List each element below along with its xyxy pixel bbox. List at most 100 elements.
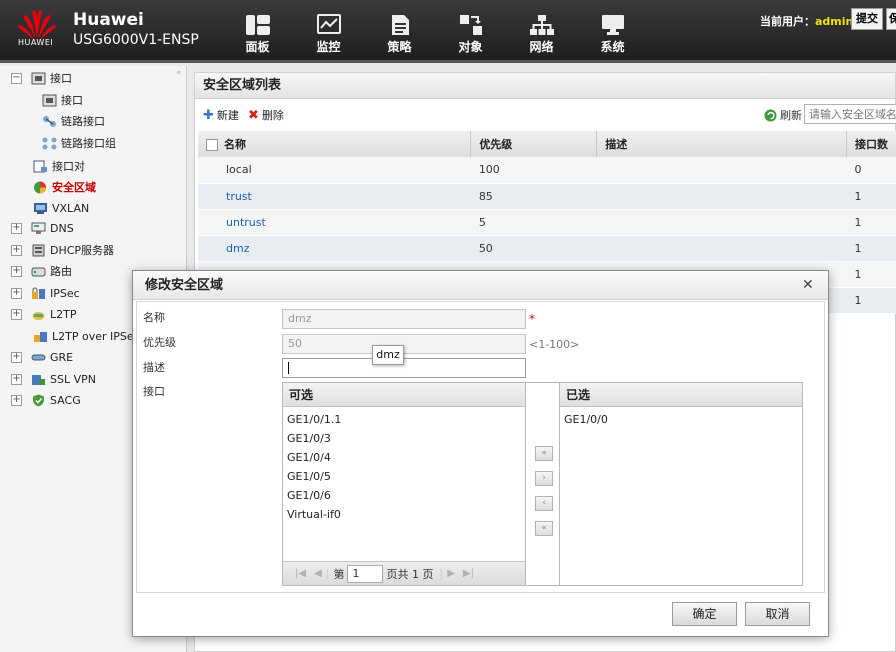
interface-icon <box>42 94 57 106</box>
sidebar-item-vxlan[interactable]: VXLAN <box>33 198 89 218</box>
interface-label: 接口 <box>143 385 165 398</box>
prev-page-icon[interactable]: ◀ <box>314 568 322 579</box>
interface-icon <box>31 72 46 84</box>
priority-field[interactable]: 50 <box>282 334 526 354</box>
zone-name-link[interactable]: untrust <box>198 209 471 236</box>
list-item[interactable]: GE1/0/6 <box>283 486 525 505</box>
cancel-button[interactable]: 取消 <box>745 602 810 626</box>
zone-description <box>596 209 847 236</box>
dialog-title: 修改安全区域 <box>133 271 828 300</box>
sidebar-item-security-zone[interactable]: 安全区域 <box>33 177 96 197</box>
sidebar-item-sslvpn[interactable]: + SSL VPN <box>11 369 96 389</box>
column-description[interactable]: 描述 <box>596 131 847 157</box>
column-name[interactable]: 名称 <box>198 131 472 157</box>
nav-policy[interactable]: 策略 <box>364 14 435 55</box>
move-all-right-button[interactable]: » <box>535 446 553 461</box>
sslvpn-icon <box>32 374 45 385</box>
page-number-input[interactable]: 1 <box>347 564 384 583</box>
select-all-checkbox[interactable] <box>206 139 218 151</box>
save-button[interactable]: 保 <box>886 8 896 30</box>
name-field[interactable]: dmz <box>282 309 526 329</box>
column-interface-count[interactable]: 接口数 <box>846 131 896 157</box>
dhcp-icon <box>32 244 45 256</box>
nav-network[interactable]: 网络 <box>506 14 577 55</box>
zone-description <box>596 157 847 184</box>
nav-system[interactable]: 系统 <box>577 14 648 55</box>
close-icon[interactable]: ✕ <box>802 277 814 293</box>
move-left-button[interactable]: ‹ <box>535 496 553 511</box>
collapse-sidebar-icon[interactable]: « <box>176 68 182 78</box>
last-page-icon[interactable]: ▶| <box>463 568 474 579</box>
move-all-left-button[interactable]: « <box>535 521 553 536</box>
move-right-button[interactable]: › <box>535 471 553 486</box>
column-priority[interactable]: 优先级 <box>470 131 598 157</box>
delete-button[interactable]: ✖ 删除 <box>248 107 284 123</box>
description-field[interactable] <box>282 358 526 378</box>
product-name: USG6000V1-ENSP <box>73 32 199 48</box>
add-icon: ✚ <box>203 107 214 123</box>
list-item[interactable]: GE1/0/3 <box>283 429 525 448</box>
zone-name-link[interactable]: dmz <box>198 235 471 262</box>
table-row[interactable]: dmz 50 1 <box>198 235 896 262</box>
list-item[interactable]: GE1/0/0 <box>560 410 802 429</box>
pager-prefix: 第 <box>333 567 345 581</box>
expand-icon[interactable]: + <box>11 394 22 406</box>
top-header: HUAWEI Huawei USG6000V1-ENSP 面板 监控 策略 对象… <box>0 0 896 63</box>
collapse-icon[interactable]: − <box>11 72 22 84</box>
ok-button[interactable]: 确定 <box>672 602 737 626</box>
sidebar-item-l2tp-ipsec[interactable]: L2TP over IPSec <box>33 326 140 346</box>
sidebar-item-dhcp[interactable]: + DHCP服务器 <box>11 240 114 260</box>
expand-icon[interactable]: + <box>11 373 22 385</box>
list-pager: |◀ ◀ | 第 1 页共 1 页 | ▶ ▶| <box>283 561 525 585</box>
refresh-button[interactable]: 刷新 <box>764 107 802 123</box>
nav-object[interactable]: 对象 <box>435 14 506 55</box>
nav-dashboard[interactable]: 面板 <box>222 14 293 55</box>
object-icon <box>459 15 482 35</box>
expand-icon[interactable]: + <box>11 308 22 320</box>
available-interfaces-list: 可选 GE1/0/1.1 GE1/0/3 GE1/0/4 GE1/0/5 GE1… <box>282 382 526 586</box>
sidebar-item-link-interface[interactable]: 链路接口 <box>42 111 105 131</box>
search-input[interactable] <box>804 104 896 124</box>
sidebar-item-route[interactable]: + 路由 <box>11 261 72 281</box>
zone-name-link[interactable]: trust <box>198 183 471 210</box>
zone-description <box>596 235 847 262</box>
zone-priority: 85 <box>470 183 597 210</box>
expand-icon[interactable]: + <box>11 265 22 277</box>
sidebar-item-gre[interactable]: + GRE <box>11 347 73 367</box>
sidebar-item-sacg[interactable]: + SACG <box>11 390 81 410</box>
vxlan-icon <box>34 202 47 214</box>
zone-interface-count: 1 <box>846 209 896 236</box>
gre-icon <box>31 354 46 360</box>
expand-icon[interactable]: + <box>11 287 22 299</box>
priority-range-hint: <1-100> <box>529 338 580 351</box>
new-button[interactable]: ✚ 新建 <box>203 107 239 123</box>
sidebar-item-interface-pair[interactable]: 接口对 <box>33 156 85 176</box>
zone-interface-count: 1 <box>846 287 896 314</box>
expand-icon[interactable]: + <box>11 244 22 256</box>
route-icon <box>31 267 46 276</box>
description-label: 描述 <box>143 361 165 374</box>
table-row[interactable]: trust 85 1 <box>198 183 896 210</box>
list-item[interactable]: GE1/0/4 <box>283 448 525 467</box>
sidebar-item-l2tp[interactable]: + L2TP <box>11 304 76 324</box>
list-item[interactable]: GE1/0/1.1 <box>283 410 525 429</box>
sidebar-item-dns[interactable]: + DNS <box>11 218 74 238</box>
sidebar-item-interface-group[interactable]: − 接口 <box>11 68 72 88</box>
table-row[interactable]: local 100 0 <box>198 157 896 184</box>
next-page-icon[interactable]: ▶ <box>447 568 455 579</box>
list-item[interactable]: Virtual-if0 <box>283 505 525 524</box>
sidebar-item-ipsec[interactable]: + IPSec <box>11 283 80 303</box>
nav-monitor[interactable]: 监控 <box>293 14 364 55</box>
sidebar-item-link-group[interactable]: 链路接口组 <box>42 133 116 153</box>
list-item[interactable]: GE1/0/5 <box>283 467 525 486</box>
expand-icon[interactable]: + <box>11 351 22 363</box>
submit-button[interactable]: 提交 <box>851 8 883 30</box>
first-page-icon[interactable]: |◀ <box>295 568 306 579</box>
priority-label: 优先级 <box>143 336 176 349</box>
refresh-icon <box>764 109 777 121</box>
main-nav: 面板 监控 策略 对象 网络 系统 <box>222 14 648 55</box>
expand-icon[interactable]: + <box>11 222 22 234</box>
table-row[interactable]: untrust 5 1 <box>198 209 896 236</box>
name-tooltip: dmz <box>372 345 404 365</box>
sidebar-item-interface[interactable]: 接口 <box>42 90 83 110</box>
